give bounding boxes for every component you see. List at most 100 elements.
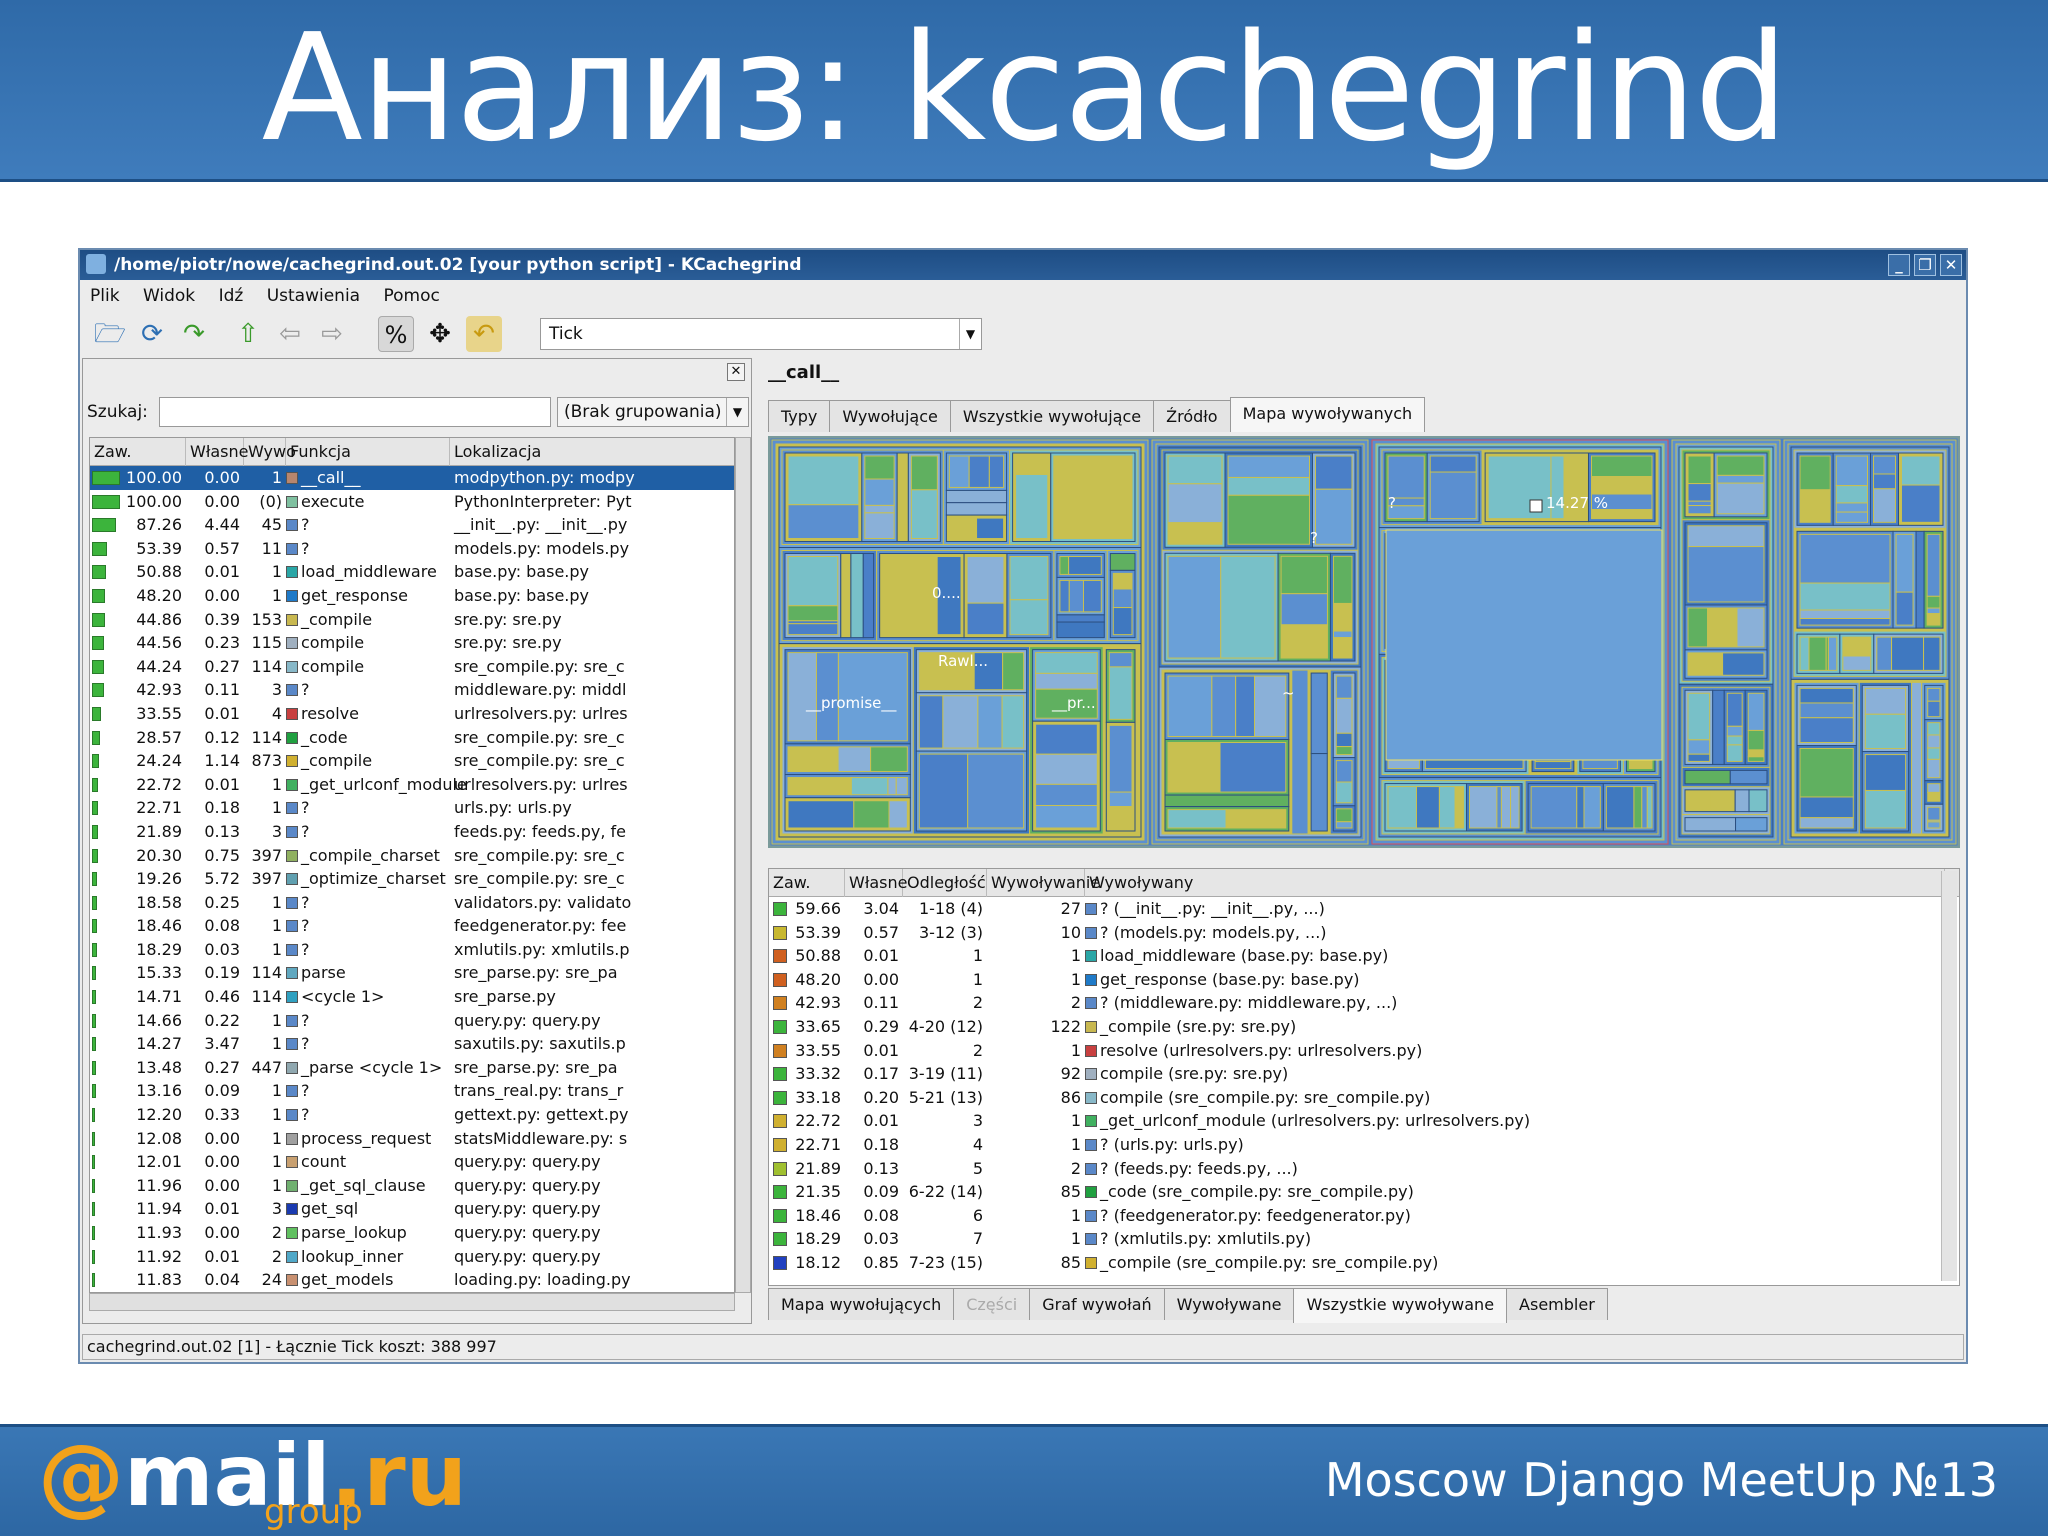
col-calls[interactable]: Wywo	[244, 438, 296, 466]
tab-assembler[interactable]: Asembler	[1506, 1288, 1608, 1320]
table-row[interactable]: 13.48 0.27 447 _parse <cycle 1> sre_parse.py…	[90, 1056, 734, 1080]
table-row[interactable]: 18.29 0.03 1? xmlutils.py: xmlutils.p	[90, 938, 734, 962]
table-row[interactable]: 50.88 0.01 1 1 load_middleware (base.py: bas…	[769, 944, 1959, 968]
cost-color-icon	[286, 967, 298, 980]
callee-treemap[interactable]: ? 14.27 %? 0.... Rawl... __promise__ __pr... ~	[768, 436, 1960, 848]
table-row[interactable]: 33.55 0.01 2 1 resolve (urlresolvers.py: url…	[769, 1039, 1959, 1063]
table-row[interactable]: 33.32 0.17 3-19 (11) 92 compile (sre.py: sre…	[769, 1062, 1959, 1086]
menu-file[interactable]: Plik	[90, 286, 120, 306]
tab-caller-map[interactable]: Mapa wywołujących	[768, 1288, 955, 1320]
tab-callees[interactable]: Wywoływane	[1163, 1288, 1295, 1320]
up-arrow-icon[interactable]: ⇧	[230, 316, 266, 352]
table-row[interactable]: 87.26 4.44 45? __init__.py: __init__.py	[90, 513, 734, 537]
table-row[interactable]: 12.01 0.00 1 count query.py: query.py	[90, 1150, 734, 1174]
col-self[interactable]: Własne	[845, 869, 908, 897]
table-row[interactable]: 11.96 0.00 1 _get_sql_clause query.py: query…	[90, 1174, 734, 1198]
table-row[interactable]: 48.20 0.00 1 get_response base.py: base.py	[90, 584, 734, 608]
table-row[interactable]: 33.18 0.20 5-21 (13) 86 compile (sre_compile…	[769, 1086, 1959, 1110]
table-row[interactable]: 14.66 0.22 1? query.py: query.py	[90, 1009, 734, 1033]
restore-icon[interactable]: ❐	[1914, 254, 1936, 276]
tab-types[interactable]: Typy	[768, 400, 831, 432]
col-inclusive[interactable]: Zaw.	[769, 869, 845, 897]
table-row[interactable]: 21.89 0.13 3? feeds.py: feeds.py, fe	[90, 820, 734, 844]
cost-color-icon	[1085, 1115, 1097, 1128]
table-row[interactable]: 12.08 0.00 1 process_request statsMiddleware…	[90, 1127, 734, 1151]
minimize-icon[interactable]: _	[1888, 254, 1910, 276]
percent-toggle-icon[interactable]: %	[378, 316, 414, 352]
forward-arrow-icon[interactable]: ⇨	[314, 316, 350, 352]
tab-all-callers[interactable]: Wszystkie wywołujące	[949, 400, 1155, 432]
vertical-scrollbar[interactable]	[1941, 871, 1957, 1281]
tab-all-callees[interactable]: Wszystkie wywoływane	[1293, 1288, 1508, 1323]
horizontal-scrollbar[interactable]	[89, 1293, 735, 1311]
col-function[interactable]: Funkcja	[286, 438, 450, 466]
table-row[interactable]: 48.20 0.00 1 1 get_response (base.py: base.p…	[769, 968, 1959, 992]
table-row[interactable]: 33.65 0.29 4-20 (12) 122 _compile (sre.py: s…	[769, 1015, 1959, 1039]
table-row[interactable]: 33.55 0.01 4 resolve urlresolvers.py: urlres	[90, 702, 734, 726]
table-row[interactable]: 18.29 0.03 7 1? (xmlutils.py: xmlutils.py)	[769, 1227, 1959, 1251]
table-row[interactable]: 44.24 0.27 114 compile sre_compile.py: sre_c	[90, 655, 734, 679]
menu-settings[interactable]: Ustawienia	[267, 286, 360, 306]
tab-callee-map[interactable]: Mapa wywoływanych	[1229, 397, 1426, 432]
table-row[interactable]: 18.46 0.08 6 1? (feedgenerator.py: feedgene…	[769, 1204, 1959, 1228]
table-row[interactable]: 11.93 0.00 2 parse_lookup query.py: query.py	[90, 1221, 734, 1245]
tab-parts[interactable]: Części	[953, 1288, 1031, 1320]
event-type-combo[interactable]: Tick ▼	[540, 318, 982, 350]
search-input[interactable]	[159, 397, 551, 427]
table-row[interactable]: 22.71 0.18 4 1? (urls.py: urls.py)	[769, 1133, 1959, 1157]
close-window-icon[interactable]: ✕	[1940, 254, 1962, 276]
table-row[interactable]: 42.93 0.11 2 2? (middleware.py: middleware.…	[769, 991, 1959, 1015]
col-location[interactable]: Lokalizacja	[450, 438, 734, 466]
table-row[interactable]: 11.83 0.04 24 get_models loading.py: loading…	[90, 1268, 734, 1292]
table-row[interactable]: 12.20 0.33 1? gettext.py: gettext.py	[90, 1103, 734, 1127]
table-row[interactable]: 13.16 0.09 1? trans_real.py: trans_r	[90, 1079, 734, 1103]
table-row[interactable]: 20.30 0.75 397 _compile_charset sre_compile.…	[90, 844, 734, 868]
table-row[interactable]: 18.46 0.08 1? feedgenerator.py: fee	[90, 914, 734, 938]
back-arrow-icon[interactable]: ⇦	[272, 316, 308, 352]
table-row[interactable]: 42.93 0.11 3? middleware.py: middl	[90, 678, 734, 702]
table-row[interactable]: 11.94 0.01 3 get_sql query.py: query.py	[90, 1197, 734, 1221]
col-inclusive[interactable]: Zaw.	[90, 438, 186, 466]
cycle-icon[interactable]: ↶	[466, 316, 502, 352]
move-icon[interactable]: ✥	[422, 316, 458, 352]
table-row[interactable]: 11.92 0.01 2 lookup_inner query.py: query.py	[90, 1245, 734, 1269]
redo-icon[interactable]: ↷	[176, 316, 212, 352]
table-row[interactable]: 24.24 1.14 873 _compile sre_compile.py: sre_…	[90, 749, 734, 773]
table-row[interactable]: 50.88 0.01 1 load_middleware base.py: base.p…	[90, 560, 734, 584]
col-callee[interactable]: Wywoływany	[1085, 869, 1945, 897]
table-row[interactable]: 44.86 0.39 153 _compile sre.py: sre.py	[90, 608, 734, 632]
menu-help[interactable]: Pomoc	[384, 286, 440, 306]
table-row[interactable]: 22.72 0.01 3 1 _get_urlconf_module (urlresol…	[769, 1109, 1959, 1133]
cell-location: urls.py: urls.py	[454, 798, 572, 818]
table-row[interactable]: 19.26 5.72 397 _optimize_charset sre_compile…	[90, 867, 734, 891]
vertical-scrollbar[interactable]	[735, 437, 751, 1293]
col-self[interactable]: Własne	[186, 438, 249, 466]
table-row[interactable]: 53.39 0.57 3-12 (3) 10? (models.py: models.…	[769, 921, 1959, 945]
grouping-select[interactable]: (Brak grupowania) ▼	[557, 397, 749, 427]
table-row[interactable]: 15.33 0.19 114 parse sre_parse.py: sre_pa	[90, 961, 734, 985]
table-row[interactable]: 100.00 0.00 (0) execute PythonInterpreter: P…	[90, 490, 734, 514]
table-row[interactable]: 28.57 0.12 114 _code sre_compile.py: sre_c	[90, 726, 734, 750]
table-row[interactable]: 44.56 0.23 115 compile sre.py: sre.py	[90, 631, 734, 655]
tab-source[interactable]: Źródło	[1153, 400, 1231, 432]
table-row[interactable]: 14.71 0.46 114 <cycle 1> sre_parse.py	[90, 985, 734, 1009]
reload-icon[interactable]: ⟳	[134, 316, 170, 352]
menu-go[interactable]: Idź	[219, 286, 244, 306]
table-row[interactable]: 21.35 0.09 6-22 (14) 85 _code (sre_compile.p…	[769, 1180, 1959, 1204]
open-folder-icon[interactable]: 🗁	[92, 316, 128, 352]
table-row[interactable]: 22.72 0.01 1 _get_urlconf_module urlresolver…	[90, 773, 734, 797]
table-row[interactable]: 18.58 0.25 1? validators.py: validato	[90, 891, 734, 915]
close-panel-icon[interactable]: ✕	[727, 363, 745, 381]
table-row[interactable]: 100.00 0.00 1 __call__ modpython.py: modpy	[90, 466, 734, 490]
col-distance[interactable]: Odległość	[903, 869, 987, 897]
table-row[interactable]: 18.12 0.85 7-23 (15) 85 _compile (sre_compil…	[769, 1251, 1959, 1275]
table-row[interactable]: 59.66 3.04 1-18 (4) 27? (__init__.py: __ini…	[769, 897, 1959, 921]
table-row[interactable]: 22.71 0.18 1? urls.py: urls.py	[90, 796, 734, 820]
col-calls[interactable]: Wywoływanie	[987, 869, 1100, 897]
tab-callers[interactable]: Wywołujące	[829, 400, 951, 432]
table-row[interactable]: 53.39 0.57 11? models.py: models.py	[90, 537, 734, 561]
table-row[interactable]: 14.27 3.47 1? saxutils.py: saxutils.p	[90, 1032, 734, 1056]
tab-call-graph[interactable]: Graf wywołań	[1029, 1288, 1165, 1320]
table-row[interactable]: 21.89 0.13 5 2? (feeds.py: feeds.py, ...)	[769, 1157, 1959, 1181]
menu-view[interactable]: Widok	[143, 286, 195, 306]
